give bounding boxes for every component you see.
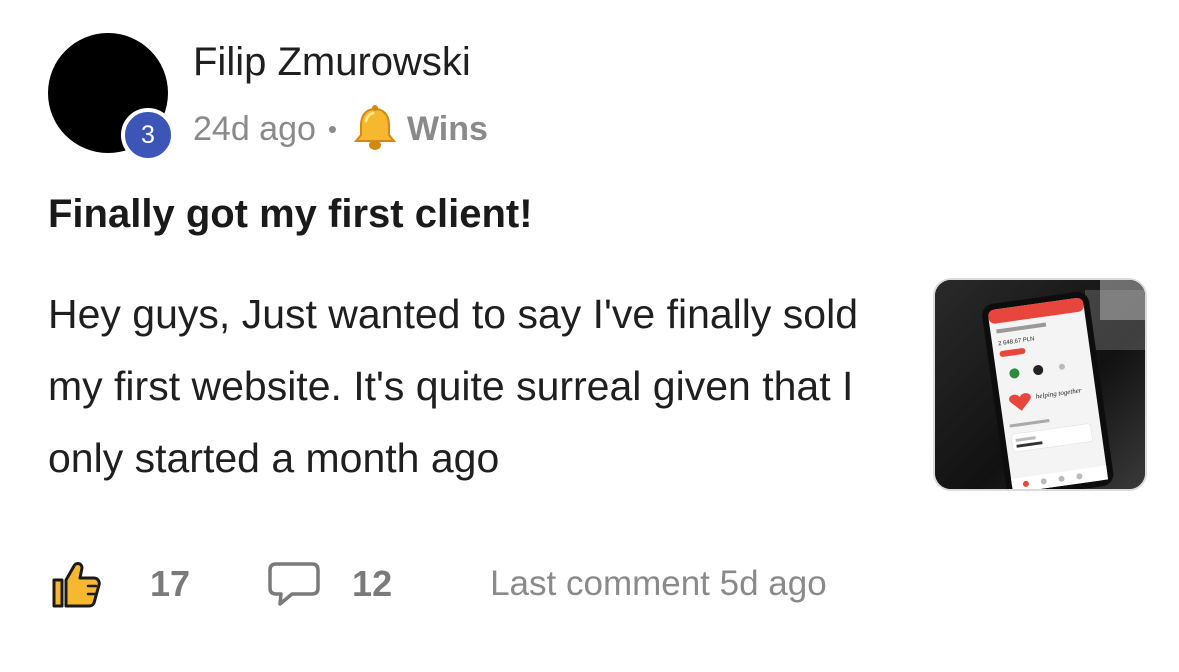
comment-bubble-icon[interactable] <box>266 556 322 612</box>
post-meta: 24d ago • Wins <box>193 104 488 154</box>
last-comment-time: Last comment 5d ago <box>490 564 827 603</box>
post-footer: 17 12 Last comment 5d ago <box>48 554 827 614</box>
category-link[interactable]: Wins <box>407 110 488 149</box>
thumbs-up-icon[interactable] <box>48 556 104 612</box>
like-count: 17 <box>150 563 191 604</box>
post-thumbnail[interactable]: 2 648,67 PLN helping together <box>933 278 1147 491</box>
post-title[interactable]: Finally got my first client! <box>48 192 533 237</box>
level-badge: 3 <box>121 108 175 162</box>
bell-icon <box>349 103 401 155</box>
level-number: 3 <box>141 120 155 149</box>
author-name[interactable]: Filip Zmurowski <box>193 40 471 85</box>
community-post[interactable]: 3 Filip Zmurowski 24d ago • Wins Finally… <box>0 0 1179 672</box>
post-body[interactable]: Hey guys, Just wanted to say I've finall… <box>48 278 898 494</box>
meta-separator: • <box>327 113 338 144</box>
comment-count: 12 <box>352 563 393 604</box>
post-time: 24d ago <box>193 109 316 148</box>
